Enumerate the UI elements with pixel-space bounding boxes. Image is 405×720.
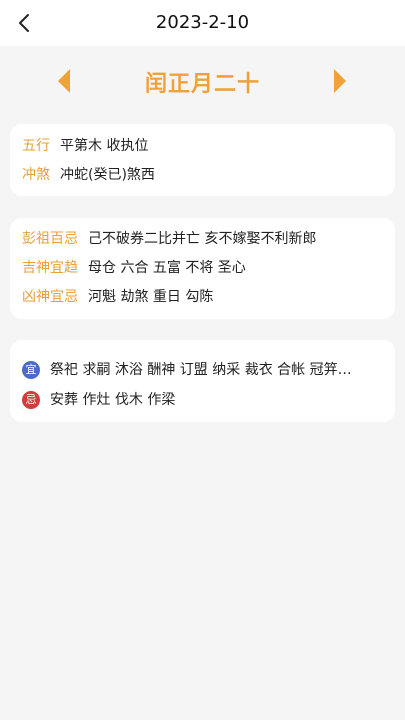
lunar-date-bar: 闰正月二十	[0, 58, 405, 102]
ji-badge: 忌	[22, 391, 40, 409]
pengzu-value: 己不破券二比并亡 亥不嫁娶不利新郎	[88, 231, 317, 247]
jishen-label: 吉神宜趋	[22, 260, 78, 276]
jishen-row: 吉神宜趋 母仓 六合 五富 不将 圣心	[22, 258, 385, 278]
pengzu-row: 彭祖百忌 己不破券二比并亡 亥不嫁娶不利新郎	[22, 229, 385, 249]
ji-text: 安葬 作灶 伐木 作梁	[50, 392, 176, 408]
wuxing-value: 平第木 收执位	[60, 138, 149, 154]
ji-row: 忌安葬 作灶 伐木 作梁	[22, 390, 385, 410]
shensha-card: 彭祖百忌 己不破券二比并亡 亥不嫁娶不利新郎 吉神宜趋 母仓 六合 五富 不将 圣心…	[10, 218, 395, 319]
page-title: 2023-2-10	[155, 12, 250, 33]
xiongshen-row: 凶神宜忌 河魁 劫煞 重日 勾陈	[22, 287, 385, 307]
top-bar: 2023-2-10	[0, 0, 405, 46]
yiji-card: 宜祭祀 求嗣 沐浴 酬神 订盟 纳采 裁衣 合帐 冠笄… 忌安葬 作灶 伐木 作…	[10, 340, 395, 422]
yi-badge: 宜	[22, 361, 40, 379]
wuxing-row: 五行 平第木 收执位	[22, 136, 385, 156]
pengzu-label: 彭祖百忌	[22, 231, 78, 247]
triangle-right-icon	[334, 69, 346, 93]
xiongshen-value: 河魁 劫煞 重日 勾陈	[88, 289, 214, 305]
chongsha-value: 冲蛇(癸已)煞西	[60, 167, 155, 183]
yi-row: 宜祭祀 求嗣 沐浴 酬神 订盟 纳采 裁衣 合帐 冠笄…	[22, 360, 385, 380]
chongsha-label: 冲煞	[22, 167, 50, 183]
wuxing-card: 五行 平第木 收执位 冲煞 冲蛇(癸已)煞西	[10, 124, 395, 196]
jishen-value: 母仓 六合 五富 不将 圣心	[88, 260, 246, 276]
chongsha-row: 冲煞 冲蛇(癸已)煞西	[22, 165, 385, 185]
yi-text: 祭祀 求嗣 沐浴 酬神 订盟 纳采 裁衣 合帐 冠笄…	[50, 362, 352, 378]
next-day-button[interactable]	[328, 66, 352, 96]
xiongshen-label: 凶神宜忌	[22, 289, 78, 305]
wuxing-label: 五行	[22, 138, 50, 154]
